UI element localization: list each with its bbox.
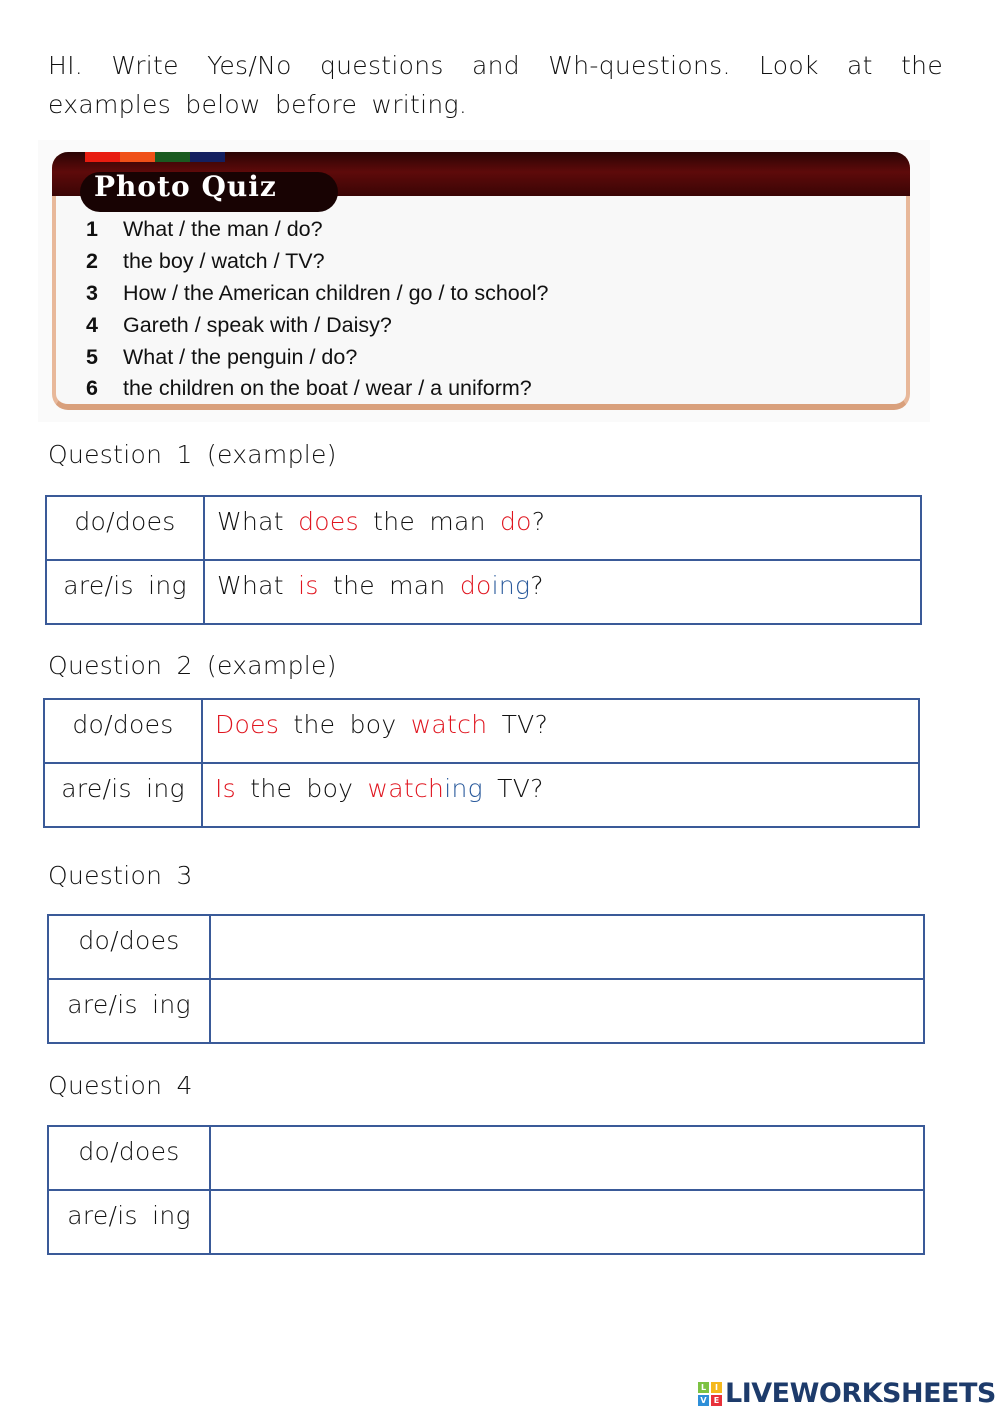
highlighted-word: is bbox=[298, 571, 319, 600]
question-4-label: Question 4 bbox=[48, 1071, 193, 1100]
stripe-blue bbox=[190, 152, 225, 162]
quiz-item-text: Gareth / speak with / Daisy? bbox=[123, 312, 392, 337]
row-key-do-does: do/does bbox=[47, 1125, 211, 1191]
table-row: are/is ing Is the boy watching TV? bbox=[43, 762, 920, 828]
table-row: do/does Does the boy watch TV? bbox=[43, 698, 920, 764]
answer-input-are-is-ing[interactable] bbox=[209, 1189, 925, 1255]
row-key-do-does: do/does bbox=[45, 495, 205, 561]
quiz-item: 6 the children on the boat / wear / a uni… bbox=[86, 373, 548, 405]
highlighted-word: ing bbox=[491, 571, 531, 600]
answer-text: ? bbox=[531, 507, 546, 536]
row-key-do-does: do/does bbox=[43, 698, 203, 764]
quiz-item: 2 the boy / watch / TV? bbox=[86, 246, 548, 278]
answer-text: the man bbox=[358, 507, 501, 536]
question-3-label: Question 3 bbox=[48, 861, 193, 890]
quiz-item-text: the children on the boat / wear / a unif… bbox=[123, 376, 532, 401]
quiz-title: Photo Quiz bbox=[94, 170, 277, 203]
photo-quiz-image: Photo Quiz 1 What / the man / do? 2 the bo… bbox=[38, 140, 930, 422]
answer-text: ? bbox=[530, 571, 544, 600]
answer-text: the man bbox=[318, 571, 460, 600]
color-stripes bbox=[85, 152, 225, 162]
logo-text: LIVEWORKSHEETS bbox=[725, 1378, 996, 1409]
highlighted-word: does bbox=[298, 507, 359, 536]
highlighted-word: watch bbox=[367, 774, 445, 803]
answer-text: TV? bbox=[487, 710, 549, 739]
table-row: do/does bbox=[47, 914, 925, 980]
highlighted-word: ing bbox=[444, 774, 483, 803]
quiz-item-text: How / the American children / go / to sc… bbox=[123, 280, 549, 305]
question-3-table: do/does are/is ing bbox=[47, 914, 925, 1044]
row-key-are-is-ing: are/is ing bbox=[43, 762, 203, 828]
quiz-item-number: 6 bbox=[86, 376, 98, 401]
liveworksheets-logo: L I V E LIVEWORKSHEETS bbox=[698, 1378, 996, 1409]
logo-tile: L bbox=[698, 1381, 709, 1393]
quiz-item-number: 1 bbox=[86, 217, 98, 242]
instructions: HI. Write Yes/No questions and Wh-questi… bbox=[48, 51, 943, 119]
question-2-label: Question 2 (example) bbox=[48, 651, 337, 680]
answer-text: TV? bbox=[482, 774, 544, 803]
answer-text: the boy bbox=[236, 774, 368, 803]
answer-cell: What is the man doing? bbox=[203, 559, 922, 625]
quiz-item-text: What / the penguin / do? bbox=[123, 344, 358, 369]
row-key-are-is-ing: are/is ing bbox=[47, 978, 211, 1044]
question-1-label: Question 1 (example) bbox=[48, 440, 337, 469]
table-row: are/is ing bbox=[47, 978, 925, 1044]
table-row: do/does bbox=[47, 1125, 925, 1191]
quiz-item: 1 What / the man / do? bbox=[86, 214, 548, 246]
stripe-orange bbox=[120, 152, 155, 162]
logo-tiles-icon: L I V E bbox=[698, 1381, 722, 1406]
stripe-red bbox=[85, 152, 120, 162]
highlighted-word: Does bbox=[215, 710, 280, 739]
quiz-item-number: 5 bbox=[86, 344, 98, 369]
logo-tile: E bbox=[711, 1394, 722, 1406]
quiz-list: 1 What / the man / do? 2 the boy / watch /… bbox=[86, 214, 548, 405]
question-4-table: do/does are/is ing bbox=[47, 1125, 925, 1255]
row-key-do-does: do/does bbox=[47, 914, 211, 980]
quiz-item-number: 4 bbox=[86, 312, 98, 337]
quiz-item-number: 2 bbox=[86, 249, 98, 274]
quiz-item: 3 How / the American children / go / to s… bbox=[86, 278, 548, 310]
row-key-are-is-ing: are/is ing bbox=[47, 1189, 211, 1255]
answer-text: What bbox=[217, 571, 299, 600]
quiz-item-text: the boy / watch / TV? bbox=[123, 249, 325, 274]
answer-text: What bbox=[217, 507, 299, 536]
highlighted-word: do bbox=[459, 571, 492, 600]
answer-cell: What does the man do? bbox=[203, 495, 922, 561]
logo-tile: I bbox=[711, 1381, 722, 1393]
quiz-item: 5 What / the penguin / do? bbox=[86, 341, 548, 373]
quiz-item: 4 Gareth / speak with / Daisy? bbox=[86, 309, 548, 341]
highlighted-word: Is bbox=[215, 774, 236, 803]
quiz-item-text: What / the man / do? bbox=[123, 217, 323, 242]
highlighted-word: do bbox=[500, 507, 532, 536]
stripe-green bbox=[155, 152, 190, 162]
answer-cell: Is the boy watching TV? bbox=[201, 762, 920, 828]
highlighted-word: watch bbox=[410, 710, 488, 739]
answer-input-do-does[interactable] bbox=[209, 914, 925, 980]
question-1-table: do/does What does the man do? are/is ing… bbox=[45, 495, 922, 625]
question-2-table: do/does Does the boy watch TV? are/is in… bbox=[43, 698, 920, 828]
row-key-are-is-ing: are/is ing bbox=[45, 559, 205, 625]
logo-tile: V bbox=[698, 1394, 709, 1406]
answer-cell: Does the boy watch TV? bbox=[201, 698, 920, 764]
answer-text: the boy bbox=[279, 710, 411, 739]
table-row: are/is ing bbox=[47, 1189, 925, 1255]
table-row: do/does What does the man do? bbox=[45, 495, 922, 561]
table-row: are/is ing What is the man doing? bbox=[45, 559, 922, 625]
answer-input-do-does[interactable] bbox=[209, 1125, 925, 1191]
answer-input-are-is-ing[interactable] bbox=[209, 978, 925, 1044]
quiz-item-number: 3 bbox=[86, 280, 98, 305]
